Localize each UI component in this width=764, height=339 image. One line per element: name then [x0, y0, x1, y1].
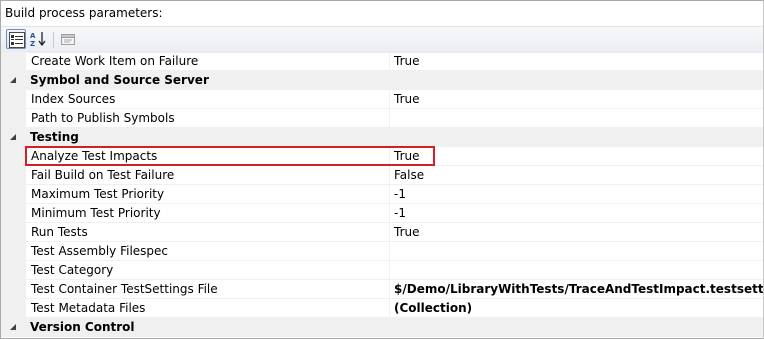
property-name: Run Tests [31, 225, 88, 239]
row-gutter [1, 185, 26, 204]
toolbar-separator [53, 32, 54, 48]
property-value-cell[interactable]: False [389, 166, 763, 185]
svg-text:A: A [30, 32, 36, 40]
property-value: True [394, 225, 420, 239]
property-grid-toolbar: A Z [1, 26, 763, 53]
property-value: False [394, 168, 425, 182]
property-name: Create Work Item on Failure [31, 54, 199, 68]
property-value: $/Demo/LibraryWithTests/TraceAndTestImpa… [394, 282, 763, 296]
property-name: Test Container TestSettings File [31, 282, 218, 296]
property-name: Test Metadata Files [31, 301, 146, 315]
category-row[interactable]: Symbol and Source Server [1, 71, 763, 90]
property-name: Test Category [31, 263, 114, 277]
row-gutter [1, 280, 26, 299]
svg-text:Z: Z [30, 40, 35, 47]
row-gutter [1, 109, 26, 128]
property-value: True [394, 54, 420, 68]
row-gutter [1, 299, 26, 318]
property-value: -1 [394, 187, 406, 201]
alphabetical-sort-button[interactable]: A Z [28, 29, 48, 49]
build-parameters-panel: Build process parameters: A Z Create Wor… [0, 0, 764, 339]
category-label: Symbol and Source Server [30, 73, 209, 87]
property-row[interactable]: Fail Build on Test Failure False [1, 166, 763, 185]
categorized-view-icon [9, 32, 25, 48]
property-value-cell[interactable]: True [389, 52, 763, 71]
property-name-cell[interactable]: Test Assembly Filespec [26, 242, 393, 261]
property-value-cell[interactable]: True [389, 223, 763, 242]
row-gutter [1, 52, 26, 71]
property-name: Maximum Test Priority [31, 187, 165, 201]
property-name-cell[interactable]: Test Metadata Files [26, 299, 393, 318]
property-value: (Collection) [394, 301, 473, 315]
property-row[interactable]: Test Metadata Files (Collection) [1, 299, 763, 318]
row-gutter [1, 166, 26, 185]
property-row[interactable]: Index Sources True [1, 90, 763, 109]
property-name-cell[interactable]: Test Container TestSettings File [26, 280, 393, 299]
property-value-cell[interactable]: True [389, 147, 763, 166]
property-name: Test Assembly Filespec [31, 244, 169, 258]
alphabetical-sort-icon: A Z [30, 32, 46, 47]
property-name-cell[interactable]: Test Category [26, 261, 393, 280]
property-value-cell[interactable]: True [389, 90, 763, 109]
property-value-cell[interactable]: -1 [389, 185, 763, 204]
property-value-cell[interactable]: (Collection) [389, 299, 763, 318]
property-value-cell[interactable]: -1 [389, 204, 763, 223]
property-value-cell[interactable] [389, 261, 763, 280]
property-pages-icon [61, 34, 75, 45]
property-name-cell[interactable]: Index Sources [26, 90, 393, 109]
property-name: Minimum Test Priority [31, 206, 161, 220]
property-row[interactable]: Test Assembly Filespec [1, 242, 763, 261]
property-grid: Create Work Item on Failure True Symbol an… [1, 52, 763, 338]
row-gutter [1, 204, 26, 223]
property-name-cell[interactable]: Path to Publish Symbols [26, 109, 393, 128]
property-name: Path to Publish Symbols [31, 111, 175, 125]
row-gutter [1, 223, 26, 242]
property-name-cell[interactable]: Fail Build on Test Failure [26, 166, 393, 185]
property-name-cell[interactable]: Run Tests [26, 223, 393, 242]
collapse-triangle-icon[interactable] [10, 77, 17, 84]
property-row[interactable]: Create Work Item on Failure True [1, 52, 763, 71]
row-gutter [1, 147, 26, 166]
property-name: Fail Build on Test Failure [31, 168, 175, 182]
category-row[interactable]: Testing [1, 128, 763, 147]
row-gutter [1, 242, 26, 261]
categorized-view-button[interactable] [6, 29, 26, 49]
property-row[interactable]: Test Category [1, 261, 763, 280]
row-gutter [1, 90, 26, 109]
property-row[interactable]: Minimum Test Priority -1 [1, 204, 763, 223]
property-value: True [394, 149, 420, 163]
property-row[interactable]: Run Tests True [1, 223, 763, 242]
property-value-cell[interactable]: $/Demo/LibraryWithTests/TraceAndTestImpa… [389, 280, 763, 299]
property-pages-button[interactable] [58, 29, 78, 49]
category-label: Testing [30, 130, 79, 144]
property-value-cell[interactable] [389, 109, 763, 128]
property-row[interactable]: Maximum Test Priority -1 [1, 185, 763, 204]
category-row[interactable]: Version Control [1, 318, 763, 337]
property-name: Analyze Test Impacts [31, 149, 158, 163]
property-row[interactable]: Test Container TestSettings File $/Demo/L… [1, 280, 763, 299]
property-name-cell[interactable]: Create Work Item on Failure [26, 52, 393, 71]
row-gutter [1, 261, 26, 280]
property-row[interactable]: Analyze Test Impacts True [1, 147, 763, 166]
property-value: True [394, 92, 420, 106]
panel-title: Build process parameters: [5, 6, 163, 20]
collapse-triangle-icon[interactable] [10, 324, 17, 331]
property-row[interactable]: Path to Publish Symbols [1, 109, 763, 128]
collapse-triangle-icon[interactable] [10, 134, 17, 141]
property-name-cell[interactable]: Maximum Test Priority [26, 185, 393, 204]
property-name: Index Sources [31, 92, 116, 106]
property-value: -1 [394, 206, 406, 220]
property-value-cell[interactable] [389, 242, 763, 261]
property-name-cell[interactable]: Analyze Test Impacts [26, 147, 393, 166]
property-name-cell[interactable]: Minimum Test Priority [26, 204, 393, 223]
category-label: Version Control [30, 320, 135, 334]
